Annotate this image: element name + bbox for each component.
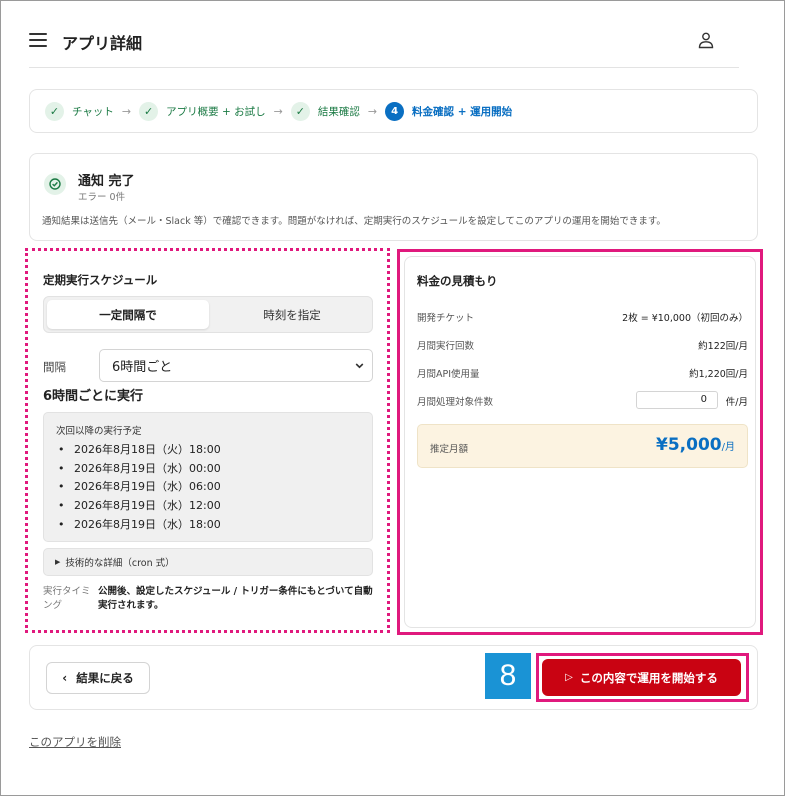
timing-text: 公開後、設定したスケジュール / トリガー条件にもとづいて自動実行されます。 [98,586,373,611]
step-check-icon: ✓ [290,101,310,121]
estimate-row: 月間API使用量 約1,220回/月 [417,363,748,383]
step-arrow-icon: → [121,104,132,118]
step-label: 料金確認 + 運用開始 [412,105,513,118]
tech-details-label: 技術的な詳細（cron 式） [65,558,175,569]
app-header: アプリ詳細 [29,21,739,68]
start-operation-button[interactable]: ▷ この内容で運用を開始する [542,659,741,696]
total-unit: /月 [721,442,735,453]
triangle-right-icon: ▶ [55,558,61,566]
chevron-down-icon [355,363,364,369]
list-item: 2026年8月19日（水）12:00 [56,497,221,516]
total-label: 推定月額 [430,444,469,455]
schedule-mode-toggle: 一定間隔で 時刻を指定 [43,296,373,333]
start-button-label: この内容で運用を開始する [579,670,718,685]
estimate-row-label: 月間実行回数 [417,341,475,352]
estimate-row-label: 開発チケット [417,313,475,324]
list-item: 2026年8月19日（水）06:00 [56,478,221,497]
estimate-row-value: 2枚 = ¥10,000（初回のみ） [622,313,748,324]
list-item: 2026年8月19日（水）18:00 [56,516,221,535]
mode-interval-button[interactable]: 一定間隔で [47,300,209,329]
estimate-title: 料金の見積もり [417,274,498,288]
list-item: 2026年8月18日（火）18:00 [56,441,221,460]
hamburger-menu-icon[interactable] [29,33,47,47]
next-runs-label: 次回以降の実行予定 [56,426,142,437]
estimate-row: 開発チケット 2枚 = ¥10,000（初回のみ） [417,307,748,327]
next-runs-list: 2026年8月18日（火）18:00 2026年8月19日（水）00:00 20… [56,441,221,534]
estimate-panel: 料金の見積もり 開発チケット 2枚 = ¥10,000（初回のみ） 月間実行回数… [404,256,756,628]
back-button-label: 結果に戻る [76,671,134,685]
tech-details-toggle[interactable]: ▶ 技術的な詳細（cron 式） [43,548,373,576]
step-number: 4 [385,101,405,121]
step-arrow-icon: → [273,104,283,118]
back-to-results-button[interactable]: ‹ 結果に戻る [46,662,150,694]
step-label: アプリ概要 + お試し [166,105,266,118]
check-circle-icon [44,173,66,195]
step-arrow-icon: → [367,104,378,118]
page-title: アプリ詳細 [62,34,143,53]
step-app-overview[interactable]: ✓ アプリ概要 + お試し [139,101,266,121]
schedule-title: 定期実行スケジュール [43,273,158,287]
step-pricing-launch: 4 料金確認 + 運用開始 [385,101,513,121]
app-window: アプリ詳細 ✓ チャット → ✓ アプリ概要 + お試し → ✓ 結果確認 → … [0,0,785,796]
step-label: 結果確認 [317,105,360,118]
interval-selected-value: 6時間ごと [112,360,173,375]
notify-status-card: 通知 完了 エラー 0件 通知結果は送信先（メール・Slack 等）で確認できま… [29,153,758,241]
step-check-icon: ✓ [139,101,159,121]
notify-description: 通知結果は送信先（メール・Slack 等）で確認できます。問題がなければ、定期実… [42,216,666,227]
progress-stepper: ✓ チャット → ✓ アプリ概要 + お試し → ✓ 結果確認 → 4 料金確認… [29,89,758,133]
run-summary: 6時間ごとに実行 [43,389,144,404]
notify-error-count: エラー 0件 [78,192,126,203]
estimate-row-label: 月間処理対象件数 [417,397,494,408]
estimate-row-value: 約122回/月 [698,341,748,352]
timing-label: 実行タイミング [43,586,91,611]
total-value: ¥5,000/月 [656,435,735,455]
step-label: チャット [72,105,114,118]
step-chat[interactable]: ✓ チャット [45,101,114,121]
estimate-row: 月間処理対象件数 0 件/月 [417,391,748,411]
estimated-total-box: 推定月額 ¥5,000/月 [417,424,748,468]
chevron-left-icon: ‹ [62,671,68,685]
step-result-check[interactable]: ✓ 結果確認 [290,101,360,121]
interval-label: 間隔 [43,360,66,374]
step-check-icon: ✓ [45,101,64,121]
estimate-row-label: 月間API使用量 [417,369,480,380]
delete-app-link[interactable]: このアプリを削除 [29,734,121,750]
step-number-badge: 8 [485,653,531,699]
estimate-row: 月間実行回数 約122回/月 [417,335,748,355]
next-runs-box: 次回以降の実行予定 2026年8月18日（火）18:00 2026年8月19日（… [43,412,373,542]
interval-select[interactable]: 6時間ごと [99,349,373,382]
list-item: 2026年8月19日（水）00:00 [56,460,221,479]
play-icon: ▷ [565,672,573,683]
total-amount: ¥5,000 [656,435,722,455]
schedule-panel: 定期実行スケジュール 一定間隔で 時刻を指定 間隔 6時間ごと 6時間ごとに実行… [25,248,390,633]
estimate-row-value: 約1,220回/月 [689,369,748,380]
mode-time-button[interactable]: 時刻を指定 [212,300,372,329]
monthly-count-input[interactable]: 0 [636,391,718,409]
count-unit: 件/月 [725,397,748,408]
notify-title: 通知 完了 [78,174,135,189]
estimate-panel-highlight: 料金の見積もり 開発チケット 2枚 = ¥10,000（初回のみ） 月間実行回数… [397,249,763,635]
user-icon[interactable] [697,31,715,49]
